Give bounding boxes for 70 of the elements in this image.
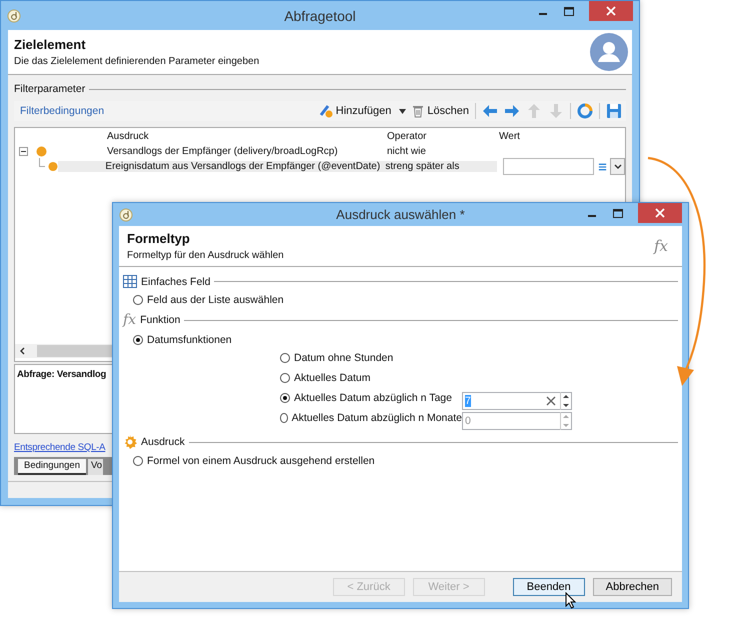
expression-cell-text: Versandlogs der Empfänger (delivery/broadLogRcp)	[107, 146, 339, 157]
header-subtitle: Die das Zielelement definierenden Parameter eingeben	[14, 56, 260, 67]
right-arrow-icon[interactable]	[504, 103, 520, 119]
user-icon	[590, 33, 628, 71]
caret-icon	[614, 164, 622, 170]
refresh-icon[interactable]	[577, 103, 593, 119]
app-icon	[7, 8, 21, 22]
tree-row[interactable]: Ereignisdatum aus Versandlogs der Empfänger (@eventDate) streng später als	[58, 161, 498, 172]
function-icon: fx	[123, 312, 136, 328]
function-icon: fx	[654, 237, 668, 255]
window-title: Abfragetool	[284, 8, 356, 24]
radio-option[interactable]: Datum ohne Stunden	[280, 352, 462, 364]
maximize-icon[interactable]	[612, 208, 624, 220]
radio-button[interactable]	[280, 393, 290, 403]
cancel-button[interactable]: Abbrechen	[592, 578, 672, 596]
radio-button[interactable]	[280, 413, 288, 423]
close-button[interactable]	[589, 1, 633, 21]
cursor-icon	[565, 592, 577, 610]
table-icon	[123, 275, 137, 288]
radio-button[interactable]	[133, 456, 143, 466]
group-label: Einfaches Feld	[141, 276, 210, 288]
spinner-icon[interactable]	[560, 392, 571, 410]
tab[interactable]: Vo	[88, 459, 104, 475]
header-title: Zielelement	[14, 37, 87, 52]
radio-button[interactable]	[280, 353, 290, 363]
section-label: Filterparameter	[14, 83, 86, 95]
tree-row[interactable]: Versandlogs der Empfänger (delivery/broadLogRcp) nicht wie	[61, 146, 499, 157]
left-arrow-icon[interactable]	[482, 103, 498, 119]
operator-cell-text: nicht wie	[387, 146, 427, 157]
app-icon	[119, 208, 133, 222]
condition-icon	[48, 161, 58, 172]
radio-button[interactable]	[280, 373, 290, 383]
save-icon[interactable]	[606, 103, 622, 119]
operator-cell-text: streng später als	[385, 161, 460, 172]
radio-button[interactable]	[133, 335, 143, 345]
delete-button[interactable]: Löschen	[412, 104, 469, 118]
option-label: Aktuelles Datum	[294, 372, 370, 384]
header-title: Formeltyp	[127, 231, 191, 246]
column-header: Ausdruck	[107, 130, 150, 142]
list-icon[interactable]	[598, 162, 608, 172]
group-label: Funktion	[140, 314, 180, 326]
query-text: Abfrage: Versandlog	[17, 369, 106, 380]
add-condition-icon	[318, 104, 333, 118]
finish-button[interactable]: Beenden	[512, 578, 585, 596]
sql-link[interactable]: Entsprechende SQL-A	[14, 442, 106, 453]
tab[interactable]: Bedingungen	[18, 459, 86, 475]
dropdown-button[interactable]	[610, 158, 625, 175]
maximize-icon[interactable]	[563, 6, 575, 18]
column-header: Operator	[387, 130, 428, 142]
value-field[interactable]	[503, 158, 594, 175]
radio-option[interactable]: Aktuelles Datum	[280, 372, 462, 384]
radio-button[interactable]	[133, 295, 143, 305]
group-label: Ausdruck	[141, 436, 185, 448]
expression-cell-text: Ereignisdatum aus Versandlogs der Empfänger (@eventDate)	[105, 161, 382, 172]
header-subtitle: Formeltyp für den Ausdruck wählen	[127, 250, 284, 261]
trash-icon	[412, 104, 424, 118]
column-header: Wert	[499, 130, 520, 142]
close-icon	[606, 6, 616, 16]
close-button[interactable]	[638, 203, 682, 223]
gear-icon	[123, 435, 137, 449]
window-title: Ausdruck auswählen *	[336, 207, 465, 222]
condition-icon	[36, 146, 47, 157]
add-button[interactable]: Hinzufügen	[318, 104, 406, 118]
collapse-icon[interactable]	[19, 147, 28, 156]
clear-icon[interactable]	[546, 396, 556, 406]
scroll-left-icon[interactable]	[19, 347, 27, 355]
option-label: Datum ohne Stunden	[294, 352, 394, 364]
toolbar-title: Filterbedingungen	[20, 105, 104, 117]
close-icon	[655, 208, 665, 218]
caret-icon	[399, 108, 406, 114]
